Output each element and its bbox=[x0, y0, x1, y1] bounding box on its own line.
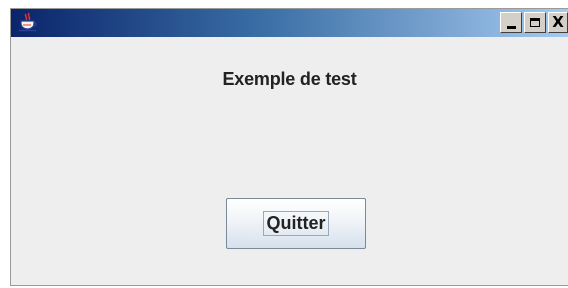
close-icon: X bbox=[552, 13, 564, 31]
minimize-icon bbox=[506, 25, 516, 29]
title-bar[interactable]: X bbox=[11, 9, 568, 37]
quit-button[interactable]: Quitter bbox=[226, 198, 366, 249]
close-button[interactable]: X bbox=[548, 12, 568, 33]
quit-button-label: Quitter bbox=[263, 210, 329, 237]
window-controls: X bbox=[500, 12, 568, 34]
app-window: X Exemple de test Quitter bbox=[10, 8, 568, 286]
java-coffee-cup-icon[interactable] bbox=[17, 12, 39, 34]
page-heading: Exemple de test bbox=[222, 69, 357, 89]
maximize-button[interactable] bbox=[524, 12, 546, 33]
minimize-button[interactable] bbox=[500, 12, 522, 33]
maximize-icon bbox=[530, 18, 540, 27]
